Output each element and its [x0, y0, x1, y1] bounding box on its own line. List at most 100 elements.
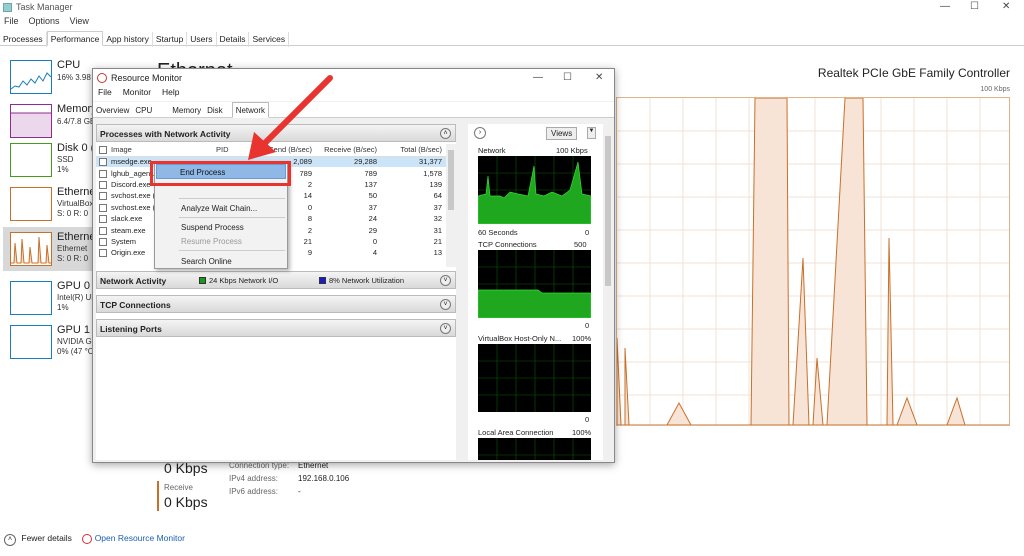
graph-footer-right: 0: [585, 321, 590, 330]
graph-label: Network: [478, 146, 506, 155]
tab-details[interactable]: Details: [217, 32, 250, 47]
menu-options[interactable]: Options: [29, 16, 60, 26]
scrollbar-thumb[interactable]: [448, 150, 454, 210]
row-checkbox[interactable]: [99, 158, 107, 167]
annotation-arrow: [248, 75, 333, 160]
detail-label: IPv4 address:: [229, 474, 278, 483]
row-total: 21: [433, 236, 442, 246]
resource-monitor-titlebar: Resource Monitor — ☐ ✕: [93, 69, 614, 87]
graph-max: 500: [574, 240, 587, 249]
tab-app-history[interactable]: App history: [103, 32, 153, 47]
tab-overview[interactable]: Overview: [93, 103, 132, 119]
task-manager-menubar: File Options View: [0, 16, 95, 30]
row-receive: 24: [368, 214, 377, 224]
row-image: steam.exe: [111, 225, 146, 235]
ethernet-thumbnail: [10, 232, 52, 266]
menu-item-resume-process: Resume Process: [181, 237, 242, 246]
maximize-icon[interactable]: ☐: [563, 72, 572, 83]
sidebar-sub: Intel(R) UH: [57, 293, 93, 302]
row-total: 37: [433, 202, 442, 212]
open-resource-monitor-link[interactable]: Open Resource Monitor: [95, 533, 185, 543]
section-network-activity[interactable]: Network Activity 24 Kbps Network I/O 8% …: [96, 271, 456, 289]
chevron-up-icon[interactable]: ˄: [4, 534, 16, 546]
row-image: slack.exe: [111, 214, 143, 224]
row-receive: 137: [364, 179, 377, 189]
chevron-down-icon[interactable]: ˅: [440, 275, 451, 286]
tab-startup[interactable]: Startup: [153, 32, 188, 47]
virtualbox-graph: [478, 344, 591, 412]
row-receive: 4: [372, 248, 377, 258]
maximize-icon[interactable]: ☐: [970, 1, 979, 12]
col-total[interactable]: Total (B/sec): [381, 144, 446, 157]
menu-item-search-online[interactable]: Search Online: [181, 257, 232, 266]
tab-services[interactable]: Services: [249, 32, 290, 47]
fewer-details-link[interactable]: Fewer details: [21, 533, 72, 543]
tab-processes[interactable]: Processes: [0, 32, 47, 47]
resource-monitor-tabs: Overview CPU Memory Disk Network: [93, 102, 614, 118]
graphs-panel: › Views ▼ Network 100 Kbps 60 Seconds 0 …: [468, 124, 603, 460]
graph-label: TCP Connections: [478, 240, 537, 249]
row-checkbox[interactable]: [99, 249, 107, 258]
sidebar-sub: VirtualBox: [57, 199, 93, 208]
row-checkbox[interactable]: [99, 215, 107, 224]
col-image[interactable]: Image: [111, 145, 132, 154]
graph-label: Local Area Connection: [478, 428, 554, 437]
menu-file[interactable]: File: [4, 16, 19, 26]
menu-view[interactable]: View: [70, 16, 89, 26]
chevron-down-icon[interactable]: ˅: [440, 299, 451, 310]
sidebar-label: CPU: [57, 59, 81, 71]
tab-memory[interactable]: Memory: [169, 103, 204, 119]
detail-label: IPv6 address:: [229, 487, 278, 496]
section-listening-ports[interactable]: Listening Ports ˅: [96, 319, 456, 337]
tab-disk[interactable]: Disk: [204, 103, 226, 119]
menu-monitor[interactable]: Monitor: [123, 87, 151, 97]
minimize-icon[interactable]: —: [940, 1, 950, 12]
minimize-icon[interactable]: —: [533, 72, 543, 83]
row-total: 13: [433, 248, 442, 258]
menu-help[interactable]: Help: [162, 87, 179, 97]
tab-performance[interactable]: Performance: [46, 31, 104, 46]
sidebar-sub: Ethernet: [57, 244, 88, 253]
receive-color-bar: [157, 481, 159, 511]
menu-item-analyze-wait-chain[interactable]: Analyze Wait Chain...: [181, 204, 257, 213]
tab-cpu[interactable]: CPU: [132, 103, 155, 119]
menu-file[interactable]: File: [98, 87, 112, 97]
chevron-up-icon[interactable]: ˄: [440, 128, 451, 139]
row-checkbox[interactable]: [99, 169, 107, 178]
row-checkbox[interactable]: [99, 226, 107, 235]
row-image: System: [111, 236, 137, 246]
section-title: Processes with Network Activity: [100, 129, 231, 139]
section-tcp-connections[interactable]: TCP Connections ˅: [96, 295, 456, 313]
row-checkbox[interactable]: [99, 192, 107, 201]
row-checkbox[interactable]: [99, 237, 107, 246]
graph-footer-right: 0: [585, 228, 590, 237]
chevron-down-icon[interactable]: ˅: [440, 323, 451, 334]
select-all-checkbox[interactable]: [99, 146, 107, 155]
row-image: Origin.exe: [111, 248, 146, 258]
row-total: 31: [433, 225, 442, 235]
process-table-scrollbar[interactable]: [446, 144, 456, 267]
menu-separator: [179, 217, 285, 218]
sidebar-sub2: S: 0 R: 0: [57, 209, 89, 218]
views-button[interactable]: Views: [546, 127, 578, 140]
local-area-graph: [478, 438, 591, 460]
row-checkbox[interactable]: [99, 203, 107, 212]
sidebar-sub2: S: 0 R: 0: [57, 254, 89, 263]
scrollbar-thumb[interactable]: [605, 136, 611, 286]
sidebar-label: GPU 1: [57, 324, 91, 336]
sidebar-sub2: 1%: [57, 303, 69, 312]
close-icon[interactable]: ✕: [595, 72, 603, 83]
views-dropdown-icon[interactable]: ▼: [587, 127, 596, 139]
tab-users[interactable]: Users: [187, 32, 217, 47]
sidebar-sub: 16% 3.98: [57, 73, 91, 82]
detail-value: 192.168.0.106: [298, 474, 350, 483]
sidebar-label: Memory: [57, 103, 93, 115]
net-util-label: 8% Network Utilization: [329, 276, 405, 285]
menu-item-suspend-process[interactable]: Suspend Process: [181, 223, 244, 232]
collapse-panel-icon[interactable]: ›: [474, 127, 486, 139]
task-manager-icon: [3, 3, 12, 12]
close-icon[interactable]: ✕: [1002, 1, 1010, 12]
row-checkbox[interactable]: [99, 180, 107, 189]
graphs-scrollbar[interactable]: [603, 124, 613, 460]
row-total: 64: [433, 191, 442, 201]
